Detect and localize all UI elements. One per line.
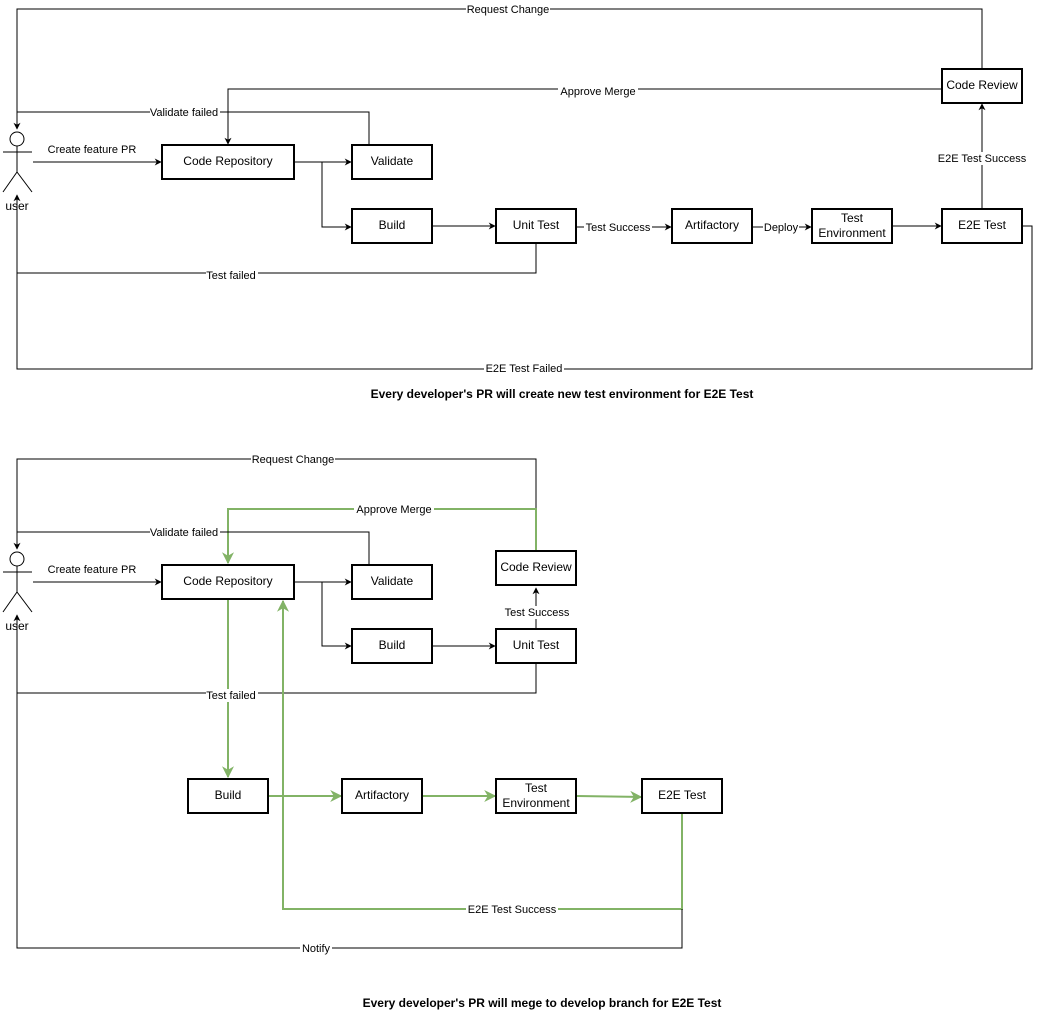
- node-e2e-test[interactable]: E2E Test: [941, 208, 1023, 244]
- node-code-review[interactable]: Code Review: [495, 550, 577, 586]
- svg-text:Environment: Environment: [818, 226, 886, 240]
- edge-create-pr: Create feature PR: [33, 564, 162, 586]
- actor-head-icon: [9, 551, 25, 567]
- edge-label: Create feature PR: [48, 564, 137, 576]
- bottom-diagram: user Request Change Approve Merge Valida…: [2, 453, 723, 1010]
- node-code-review[interactable]: Code Review: [941, 68, 1023, 104]
- edge-label: Request Change: [467, 4, 550, 16]
- edge-e2e-failed: E2E Test Failed: [16, 225, 1033, 375]
- svg-text:Code Review: Code Review: [500, 560, 572, 574]
- svg-text:Code Repository: Code Repository: [183, 574, 272, 588]
- svg-text:Test: Test: [525, 781, 548, 795]
- edge-label: Validate failed: [150, 107, 218, 119]
- node-code-repository[interactable]: Code Repository: [161, 144, 295, 180]
- edge-create-pr: Create feature PR: [33, 144, 162, 166]
- top-diagram-caption: Every developer's PR will create new tes…: [371, 387, 754, 401]
- svg-text:Test failed: Test failed: [206, 690, 256, 702]
- edge-repo-to-build: [321, 582, 352, 650]
- node-e2e-test[interactable]: E2E Test: [641, 778, 723, 814]
- edge-label: E2E Test Failed: [486, 363, 563, 375]
- svg-text:Artifactory: Artifactory: [355, 788, 409, 802]
- node-build[interactable]: Build: [351, 628, 433, 664]
- svg-text:Unit Test: Unit Test: [513, 638, 560, 652]
- node-validate[interactable]: Validate: [351, 144, 433, 180]
- edge-label: Notify: [302, 943, 331, 955]
- edge-test-success: Test Success: [577, 221, 672, 234]
- svg-text:Artifactory: Artifactory: [685, 218, 739, 232]
- edge-env-to-e2e: [576, 790, 643, 803]
- svg-text:Validate: Validate: [371, 154, 414, 168]
- edge-label: Approve Merge: [356, 504, 431, 516]
- node-test-environment[interactable]: Test Environment: [495, 778, 577, 814]
- svg-text:E2E Test: E2E Test: [958, 218, 1006, 232]
- edge-label: E2E Test Success: [938, 153, 1027, 165]
- edge-e2e-success: E2E Test Success: [936, 103, 1028, 209]
- svg-text:Code Repository: Code Repository: [183, 154, 272, 168]
- edge-label: Approve Merge: [560, 86, 635, 98]
- edge-test-failed: [13, 614, 537, 694]
- edge-label: Create feature PR: [48, 144, 137, 156]
- bottom-diagram-caption: Every developer's PR will mege to develo…: [363, 996, 722, 1010]
- edge-validate-failed: Validate failed: [17, 526, 370, 565]
- node-build[interactable]: Build: [351, 208, 433, 244]
- svg-text:Validate: Validate: [371, 574, 414, 588]
- node-unit-test[interactable]: Unit Test: [495, 628, 577, 664]
- node-validate[interactable]: Validate: [351, 564, 433, 600]
- edge-label: E2E Test Success: [468, 904, 557, 916]
- top-diagram: user Request Change Approve Merge Valida…: [2, 3, 1033, 401]
- edge-label: Validate failed: [150, 527, 218, 539]
- svg-text:Environment: Environment: [502, 796, 570, 810]
- edge-label: Test failed: [206, 270, 256, 282]
- edge-approve-merge: Approve Merge: [222, 503, 537, 565]
- node-develop-build[interactable]: Build: [187, 778, 269, 814]
- edge-validate-failed: Validate failed: [17, 106, 370, 145]
- edge-label: Deploy: [764, 222, 799, 234]
- edge-notify: Notify: [16, 693, 683, 955]
- edge-label: Test Success: [586, 222, 651, 234]
- actor-head-icon: [9, 131, 25, 147]
- edge-test-failed: Test failed: [13, 194, 537, 282]
- svg-text:Build: Build: [215, 788, 242, 802]
- edge-e2e-success: E2E Test Success: [277, 599, 683, 916]
- svg-text:Build: Build: [379, 218, 406, 232]
- node-artifactory[interactable]: Artifactory: [671, 208, 753, 244]
- edge-label: Test Success: [505, 607, 570, 619]
- edge-approve-merge: Approve Merge: [224, 86, 942, 145]
- edge-label: Request Change: [252, 454, 335, 466]
- edge-test-success: Test Success: [504, 587, 570, 629]
- svg-text:Test: Test: [841, 211, 864, 225]
- edge-request-change: Request Change: [13, 453, 537, 551]
- node-code-repository[interactable]: Code Repository: [161, 564, 295, 600]
- node-test-environment[interactable]: Test Environment: [811, 208, 893, 244]
- svg-text:E2E Test: E2E Test: [658, 788, 706, 802]
- node-artifactory[interactable]: Artifactory: [341, 778, 423, 814]
- diagram-canvas: user Request Change Approve Merge Valida…: [2, 3, 1033, 1010]
- edge-repo-to-build: [321, 162, 352, 231]
- svg-text:Unit Test: Unit Test: [513, 218, 560, 232]
- edge-test-failed-label: Test failed: [206, 689, 258, 702]
- node-unit-test[interactable]: Unit Test: [495, 208, 577, 244]
- svg-text:Build: Build: [379, 638, 406, 652]
- edge-deploy: Deploy: [753, 221, 812, 234]
- svg-text:Code Review: Code Review: [946, 78, 1018, 92]
